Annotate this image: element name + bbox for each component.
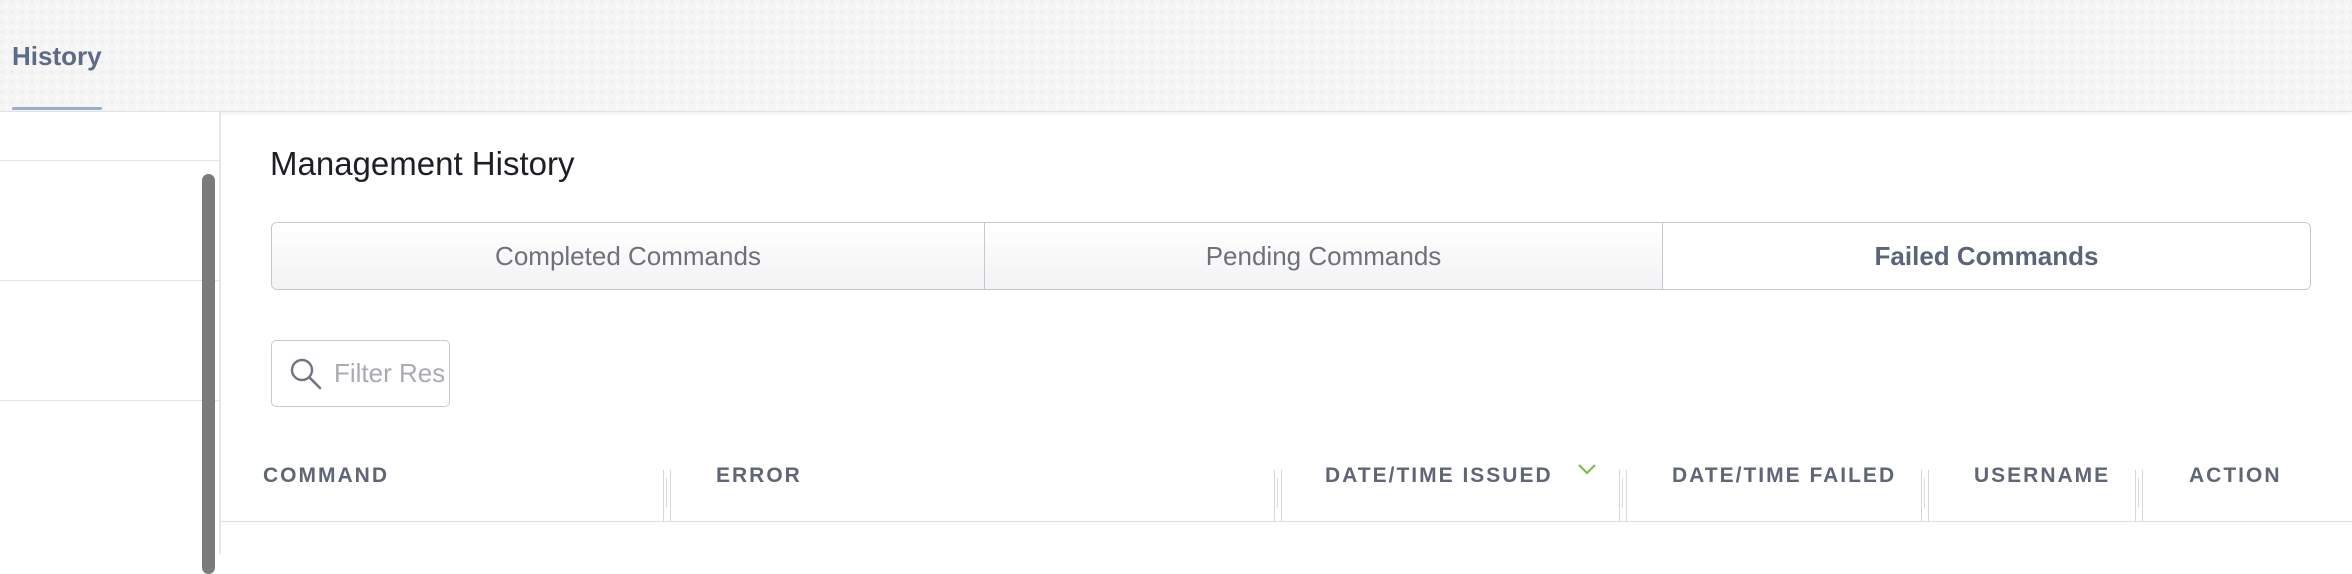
active-tab-indicator xyxy=(12,107,102,110)
filter-results-input[interactable] xyxy=(332,357,446,390)
column-resize-handle[interactable] xyxy=(663,470,671,522)
page-title: Management History xyxy=(270,145,575,182)
column-header-date-time-failed[interactable]: DATE/TIME FAILED xyxy=(1672,464,1896,488)
column-resize-handle[interactable] xyxy=(1274,470,1282,522)
column-header-date-time-issued[interactable]: DATE/TIME ISSUED xyxy=(1325,464,1553,488)
left-sidebar xyxy=(0,112,221,554)
column-resize-handle[interactable] xyxy=(1921,470,1929,522)
sidebar-row-divider xyxy=(0,280,220,281)
sidebar-row-divider xyxy=(0,160,220,161)
column-resize-handle[interactable] xyxy=(2135,470,2143,522)
column-header-action[interactable]: ACTION xyxy=(2189,464,2282,488)
tab-history[interactable]: History xyxy=(12,0,102,112)
column-resize-handle[interactable] xyxy=(1619,470,1627,522)
tab-completed-commands[interactable]: Completed Commands xyxy=(272,223,984,289)
column-header-error[interactable]: ERROR xyxy=(716,464,802,488)
column-header-username[interactable]: USERNAME xyxy=(1974,464,2110,488)
command-status-segmented-control: Completed Commands Pending Commands Fail… xyxy=(271,222,2311,290)
sort-descending-icon[interactable] xyxy=(1577,462,1597,476)
search-icon xyxy=(290,358,322,389)
tab-pending-commands[interactable]: Pending Commands xyxy=(984,223,1662,289)
tab-failed-commands[interactable]: Failed Commands xyxy=(1662,223,2310,289)
column-header-command[interactable]: COMMAND xyxy=(263,464,389,488)
sidebar-scrollbar[interactable] xyxy=(202,174,215,574)
table-header: COMMAND ERROR DATE/TIME ISSUED DATE/TIME… xyxy=(221,440,2352,522)
top-header-bar: History xyxy=(0,0,2352,112)
filter-results-field[interactable] xyxy=(271,340,450,407)
sidebar-row-divider xyxy=(0,400,220,401)
